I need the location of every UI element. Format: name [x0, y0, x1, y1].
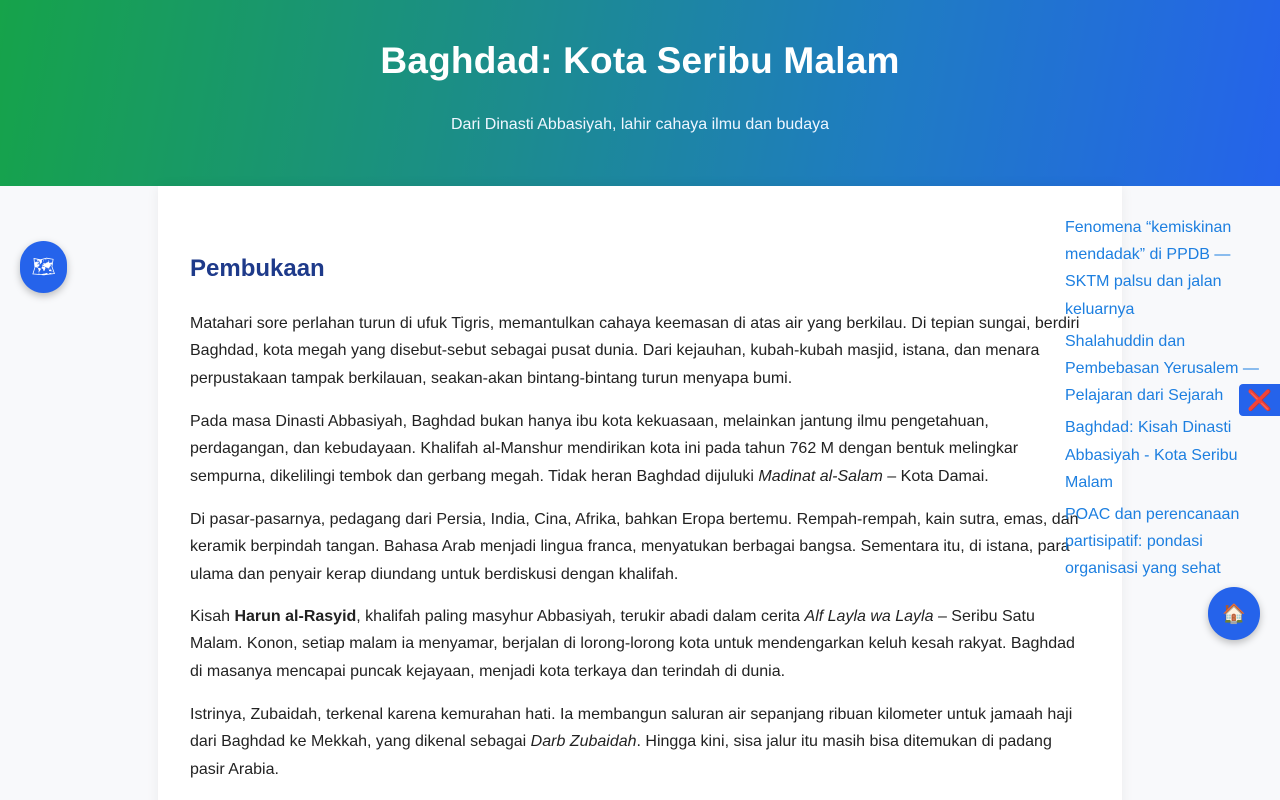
related-link-sktm[interactable]: Fenomena “kemiskinan mendadak” di PPDB —…	[1065, 214, 1270, 323]
close-icon: ❌	[1247, 389, 1272, 412]
map-icon: 🗺	[31, 257, 56, 278]
related-link-poac[interactable]: POAC dan perencanaan partisipatif: ponda…	[1065, 501, 1270, 583]
page-subtitle: Dari Dinasti Abbasiyah, lahir cahaya ilm…	[451, 116, 829, 133]
paragraph-text: – Kota Damai.	[882, 467, 989, 485]
article-paragraph-4: Kisah Harun al-Rasyid, khalifah paling m…	[190, 603, 1085, 685]
article-paragraph-1: Matahari sore perlahan turun di ufuk Tig…	[190, 315, 1080, 387]
article-paragraph-3: Di pasar-pasarnya, pedagang dari Persia,…	[190, 511, 1079, 583]
italic-term-madinat-al-salam: Madinat al-Salam	[758, 467, 883, 485]
home-button[interactable]: 🏠	[1208, 587, 1260, 640]
section-title: Pembukaan	[190, 255, 325, 282]
hero-header: Baghdad: Kota Seribu Malam Dari Dinasti …	[0, 0, 1280, 186]
article-paragraph-5: Istrinya, Zubaidah, terkenal karena kemu…	[190, 701, 1085, 783]
page-title: Baghdad: Kota Seribu Malam	[380, 40, 900, 81]
article-paragraph-2: Pada masa Dinasti Abbasiyah, Baghdad buk…	[190, 408, 1085, 490]
paragraph-text: Kisah	[190, 608, 235, 625]
related-link-baghdad[interactable]: Baghdad: Kisah Dinasti Abbasiyah - Kota …	[1065, 414, 1270, 496]
bold-name-harun: Harun al-Rasyid	[234, 608, 357, 625]
italic-term-darb-zubaidah: Darb Zubaidah	[530, 733, 637, 751]
italic-term-alf-layla: Alf Layla wa Layla	[804, 608, 934, 625]
map-toggle-button[interactable]: 🗺	[20, 241, 67, 293]
close-sidebar-button[interactable]: ❌	[1239, 384, 1280, 416]
paragraph-text: , khalifah paling masyhur Abbasiyah, ter…	[356, 608, 805, 625]
home-icon: 🏠	[1222, 603, 1246, 625]
